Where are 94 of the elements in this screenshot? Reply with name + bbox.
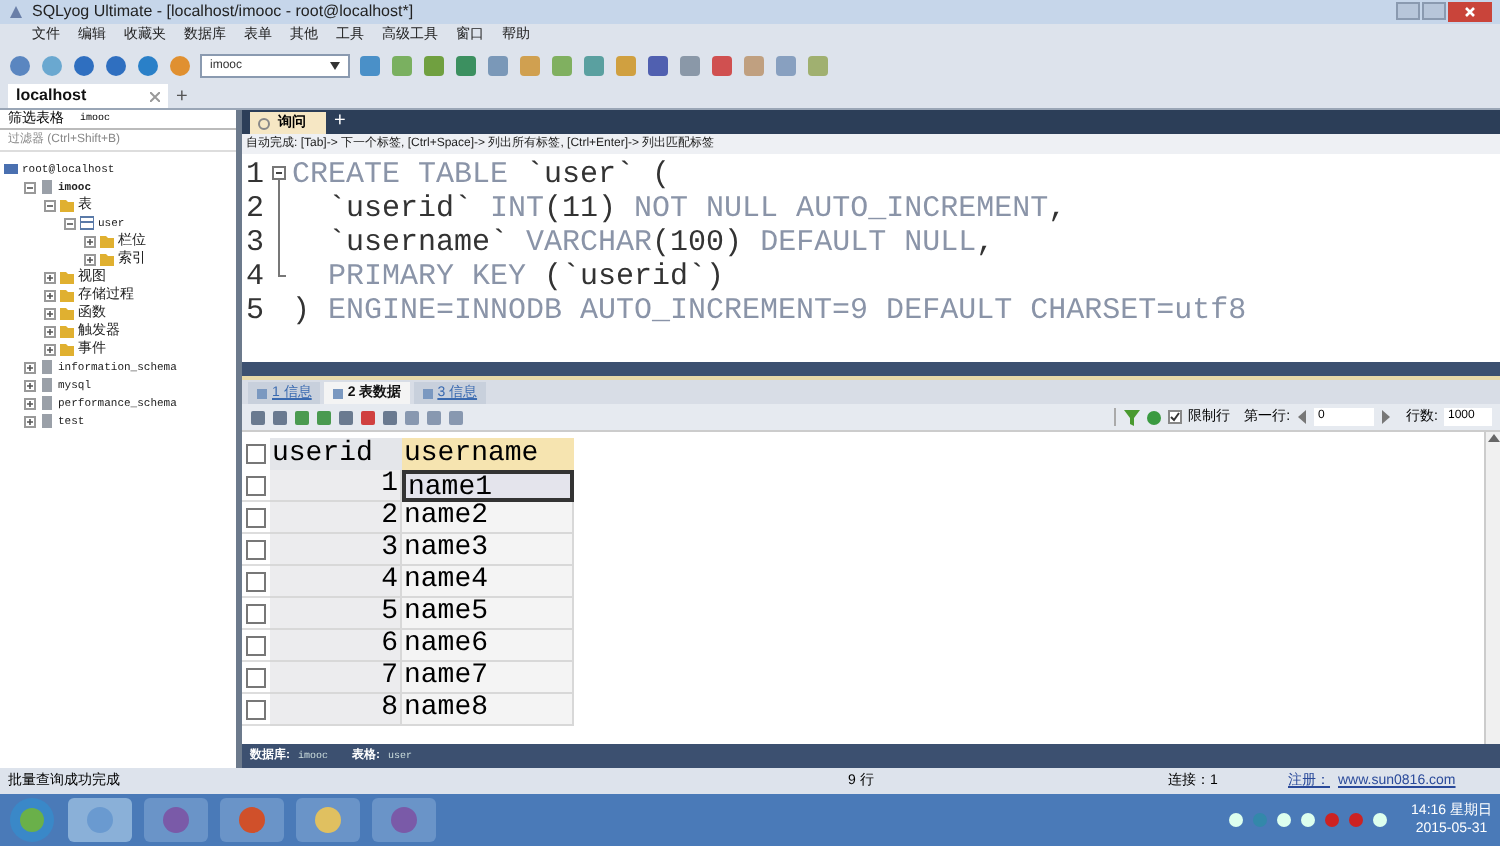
filter-icon[interactable] [1124,409,1141,425]
table-cell[interactable]: name2 [402,502,574,534]
line-number: 3 [246,228,267,258]
toolbar-icon[interactable] [582,53,606,77]
server-icon [4,162,18,176]
start-button[interactable] [8,796,56,844]
previous-icon[interactable] [1296,410,1309,424]
circle-icon[interactable] [40,53,64,77]
table-cell[interactable]: name5 [402,598,574,630]
table-cell: 1 [270,470,402,502]
row-checkbox[interactable] [246,539,266,559]
expander-icon[interactable] [24,379,36,391]
table-cell[interactable]: name3 [402,534,574,566]
window-title: SQLyog Ultimate - [localhost/imooc - root@localhost*] [32,4,414,20]
expander-icon[interactable] [24,181,36,193]
expander-icon[interactable] [44,325,56,337]
sphere-icon [390,806,418,834]
code-line: `userid` INT(11) NOT NULL AUTO_INCREMENT, [326,194,1067,224]
table-cell: 3 [270,534,402,566]
row-checkbox[interactable] [246,507,266,527]
line-number: 1 [246,160,267,190]
toolbar-icon[interactable] [550,53,574,77]
next-icon[interactable] [1380,410,1393,424]
check-icon [1170,412,1181,422]
sphere-icon [162,806,190,834]
expander-icon[interactable] [84,253,96,265]
dropdown-caret-icon [330,61,340,69]
code-line: ) ENGINE=INNODB AUTO_INCREMENT=9 DEFAULT CHARSET=utf8 [292,296,1247,326]
circle-icon[interactable] [104,53,128,77]
scrollbar[interactable] [1484,432,1500,744]
select-all-checkbox[interactable] [246,444,266,464]
expander-icon[interactable] [44,307,56,319]
toolbar-icon[interactable] [518,53,542,77]
toolbar-icon[interactable] [454,53,478,77]
table-cell: 4 [270,566,402,598]
table-cell[interactable]: name7 [402,662,574,694]
table-cell: 7 [270,662,402,694]
table-cell[interactable]: name6 [402,630,574,662]
row-checkbox[interactable] [246,603,266,623]
expander-icon[interactable] [44,199,56,211]
connection-tab[interactable]: localhost [8,84,168,108]
expander-icon[interactable] [64,217,76,229]
toolbar-icon[interactable] [710,53,734,77]
toolbar-icon[interactable] [486,53,510,77]
code-line: PRIMARY KEY (`userid`) [326,262,725,292]
row-checkbox[interactable] [246,475,266,495]
row-checkbox[interactable] [246,667,266,687]
column-header[interactable]: userid [270,438,402,470]
line-number: 5 [246,296,267,326]
expander-icon[interactable] [24,361,36,373]
row-checkbox[interactable] [246,699,266,719]
table-cell: 5 [270,598,402,630]
toolbar-icon[interactable] [358,53,382,77]
column-header[interactable]: username [402,438,574,470]
expander-icon[interactable] [24,397,36,409]
toolbar-icon[interactable] [678,53,702,77]
new-tab-button[interactable]: + [168,88,196,108]
line-number: 4 [246,262,267,292]
row-checkbox[interactable] [246,571,266,591]
expander-icon[interactable] [84,235,96,247]
close-button[interactable] [1448,2,1492,22]
table-cell[interactable]: name1 [402,470,574,502]
expander-icon[interactable] [24,415,36,427]
table-cell[interactable]: name4 [402,566,574,598]
expander-icon[interactable] [44,271,56,283]
toolbar-icon[interactable] [614,53,638,77]
tab-icon [256,387,268,399]
expander-icon[interactable] [44,289,56,301]
toolbar-icon[interactable] [774,53,798,77]
query-icon [258,117,270,129]
code-line: `username` VARCHAR(100) DEFAULT NULL, [326,228,995,258]
code-editor[interactable]: 1 CREATE TABLE `user` ( 2 `userid` INT(11) NOT NULL AUTO_INCREMENT, 3 `username` VARCHAR(100) DEFAULT NULL, 4 PRIMARY KEY (`userid`) 5 ) ENGINE=INNODB AUTO_INCREMENT=9 DEFAULT CHARSET=utf8 [242,154,1500,362]
table-cell: 6 [270,630,402,662]
toolbar-icon[interactable] [390,53,414,77]
table-cell: 8 [270,694,402,726]
tab-icon [421,387,434,399]
code-line: CREATE TABLE `user` ( [292,160,671,190]
table-cell[interactable]: name8 [402,694,574,726]
close-icon[interactable] [150,91,160,101]
app-icon [8,4,24,20]
new-query-tab-button[interactable]: + [334,112,346,134]
table-icon [80,216,94,230]
limit-checkbox[interactable] [1168,410,1183,424]
tab-icon [331,387,344,399]
line-number: 2 [246,194,267,224]
toolbar-icon[interactable] [422,53,446,77]
row-checkbox[interactable] [246,635,266,655]
circle-icon[interactable] [72,53,96,77]
expander-icon[interactable] [44,343,56,355]
toolbar-icon[interactable] [806,53,830,77]
splitter-bar[interactable] [242,362,1500,380]
toolbar-icon[interactable] [646,53,670,77]
table-cell: 2 [270,502,402,534]
toolbar-icon[interactable] [742,53,766,77]
